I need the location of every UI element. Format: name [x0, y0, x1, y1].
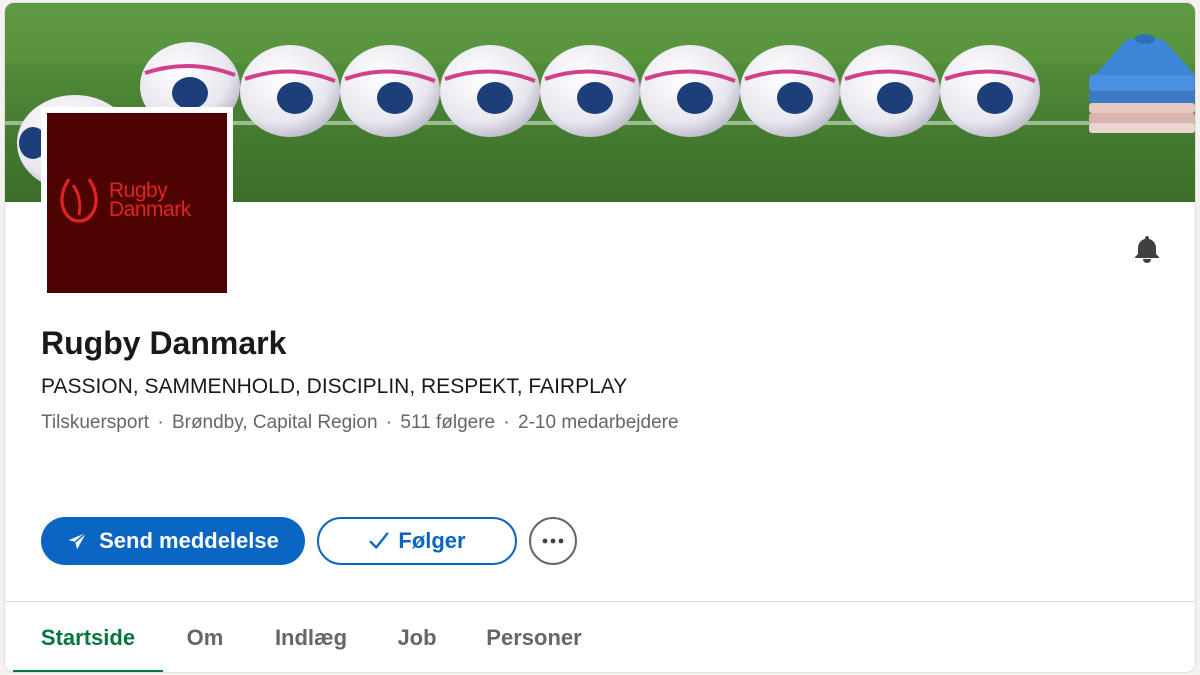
- tab-personer[interactable]: Personer: [475, 602, 593, 672]
- rugby-danmark-logo-mark-icon: [60, 178, 98, 223]
- location-label: Brøndby, Capital Region: [171, 412, 378, 433]
- send-message-button[interactable]: Send meddelelse: [41, 517, 305, 565]
- page-tabs: Startside Om Indlæg Job Personer: [5, 602, 1195, 672]
- tab-indlaeg[interactable]: Indlæg: [263, 602, 359, 672]
- tab-om[interactable]: Om: [175, 602, 235, 672]
- tab-job[interactable]: Job: [387, 602, 447, 672]
- industry-label: Tilskuersport: [41, 412, 150, 433]
- logo-wordmark: Rugby Danmark: [109, 180, 191, 221]
- checkmark-icon: [369, 532, 389, 549]
- meta-separator: ·: [385, 412, 393, 433]
- logo-text-line2: Danmark: [109, 198, 191, 221]
- meta-separator: ·: [503, 412, 510, 433]
- company-page-card: Rugby Danmark Rugby Danmark PASSION, SAM…: [4, 2, 1196, 673]
- send-message-label: Send meddelelse: [99, 528, 279, 553]
- following-label: Følger: [398, 528, 466, 553]
- followers-count[interactable]: 511 følgere: [400, 412, 495, 433]
- employees-count[interactable]: 2-10 medarbejdere: [518, 412, 679, 433]
- following-button[interactable]: Følger: [317, 517, 517, 565]
- more-options-button[interactable]: [529, 517, 577, 565]
- logo-background: Rugby Danmark: [47, 113, 227, 293]
- send-icon: [68, 532, 87, 550]
- company-logo[interactable]: Rugby Danmark: [41, 107, 233, 299]
- company-tagline: PASSION, SAMMENHOLD, DISCIPLIN, RESPEKT,…: [41, 375, 628, 398]
- company-name: Rugby Danmark: [41, 325, 287, 361]
- more-icon: [542, 538, 564, 544]
- tab-startside[interactable]: Startside: [13, 602, 163, 672]
- company-meta: Tilskuersport · Brøndby, Capital Region …: [41, 412, 679, 434]
- meta-separator: ·: [157, 412, 164, 433]
- bell-icon[interactable]: [1131, 233, 1163, 265]
